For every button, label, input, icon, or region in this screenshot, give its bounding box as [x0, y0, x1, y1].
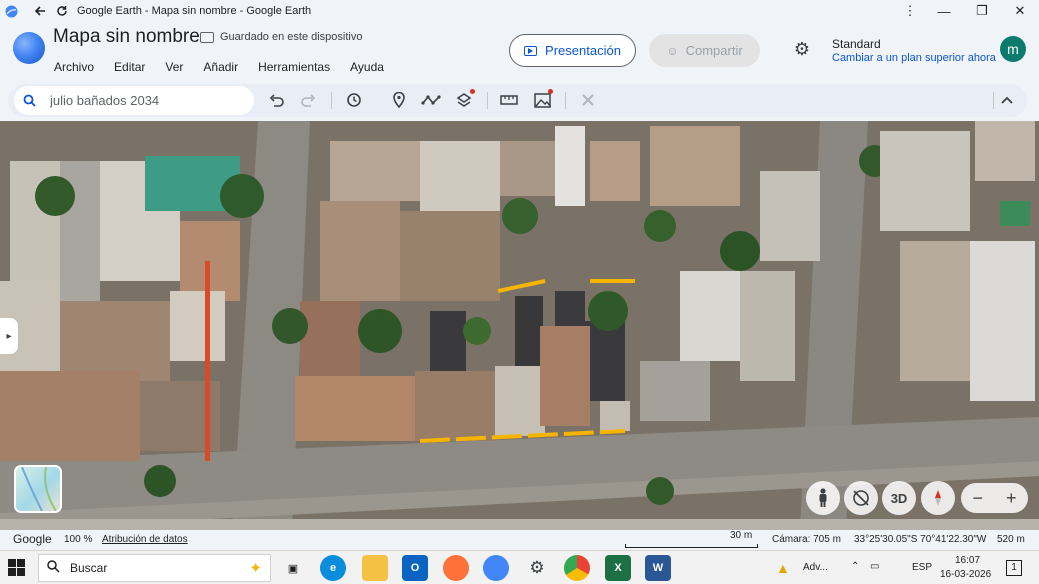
present-icon — [524, 45, 538, 56]
presentation-button[interactable]: Presentación — [509, 34, 636, 67]
language-indicator[interactable]: ESP — [912, 562, 932, 573]
chrome-icon[interactable] — [564, 555, 590, 581]
google-earth-taskbar-icon[interactable] — [483, 555, 509, 581]
overlay-badge — [548, 89, 553, 94]
placemark-icon[interactable] — [388, 89, 410, 111]
undo-icon[interactable] — [265, 89, 287, 111]
close-button[interactable]: ✕ — [1001, 0, 1039, 22]
tray-chevron-icon[interactable]: ⌃ — [851, 561, 859, 572]
minimap[interactable] — [14, 465, 62, 513]
menu-herramientas[interactable]: Herramientas — [258, 60, 330, 74]
taskbar: Buscar ✦ ▣ e O ⚙ X W ▲ Adv... ⌃ ▭ ESP 16… — [0, 550, 1039, 584]
people-icon: ☺ — [666, 43, 679, 58]
app-header: Mapa sin nombre Guardado en este disposi… — [0, 22, 1039, 80]
google-wordmark: Google — [13, 532, 52, 546]
sparkle-icon: ✦ — [249, 560, 262, 577]
taskbar-search[interactable]: Buscar ✦ — [38, 554, 271, 582]
share-label: Compartir — [685, 43, 743, 58]
outlook-icon[interactable]: O — [402, 555, 428, 581]
reload-icon[interactable] — [51, 0, 73, 22]
3d-toggle-button[interactable]: 3D — [882, 481, 916, 515]
more-menu-icon[interactable]: ⋮ — [895, 0, 925, 22]
status-bar: Google 100 % Atribución de datos 30 m Cá… — [0, 530, 1039, 550]
windows-start-icon[interactable] — [8, 559, 26, 577]
task-view-icon[interactable]: ▣ — [280, 555, 306, 581]
compass-icon[interactable] — [921, 481, 955, 515]
data-attribution-link[interactable]: Atribución de datos — [102, 534, 188, 545]
layers-icon[interactable] — [453, 89, 475, 111]
elevation: 520 m — [997, 534, 1025, 545]
menu-editar[interactable]: Editar — [114, 60, 145, 74]
file-explorer-icon[interactable] — [362, 555, 388, 581]
search-input[interactable] — [50, 93, 240, 108]
scale-label: 30 m — [730, 530, 753, 541]
saved-status-text: Guardado en este dispositivo — [220, 31, 363, 43]
zoom-out-button[interactable]: − — [972, 488, 983, 509]
clock-date[interactable]: 16-03-2026 — [940, 569, 991, 580]
word-icon[interactable]: W — [645, 555, 671, 581]
tools-icon[interactable] — [577, 89, 599, 111]
menu-anadir[interactable]: Añadir — [203, 60, 238, 74]
toolbar — [8, 84, 1027, 117]
redo-icon[interactable] — [297, 89, 319, 111]
avatar[interactable]: m — [1000, 36, 1026, 62]
firefox-icon[interactable] — [443, 555, 469, 581]
google-earth-logo[interactable] — [13, 32, 45, 64]
taskbar-search-placeholder: Buscar — [70, 561, 108, 575]
zoom-percentage: 100 % — [64, 534, 93, 545]
plan-name: Standard — [832, 37, 881, 51]
history-icon[interactable] — [343, 89, 365, 111]
presentation-label: Presentación — [545, 43, 621, 58]
google-earth-app-icon — [5, 4, 19, 18]
expand-panel-button[interactable]: ▸ — [0, 318, 18, 354]
clock-time[interactable]: 16:07 — [955, 555, 980, 566]
share-button[interactable]: ☺ Compartir — [649, 34, 760, 67]
menu-ayuda[interactable]: Ayuda — [350, 60, 384, 74]
upgrade-plan-link[interactable]: Cambiar a un plan superior ahora — [832, 52, 996, 64]
map-view[interactable]: ▸ — [0, 121, 1039, 530]
camera-altitude: Cámara: 705 m — [772, 534, 841, 545]
search-icon — [47, 560, 60, 576]
weather-alert-icon[interactable]: ▲ — [776, 560, 790, 576]
layers-badge — [470, 89, 475, 94]
title-bar: Google Earth - Mapa sin nombre - Google … — [0, 0, 1039, 22]
search-box[interactable] — [14, 86, 254, 115]
coordinates: 33°25'30.05"S 70°41'22.30"W — [854, 534, 987, 545]
window-title: Google Earth - Mapa sin nombre - Google … — [77, 5, 312, 17]
path-icon[interactable] — [420, 89, 442, 111]
collapse-toolbar-icon[interactable] — [996, 89, 1018, 111]
gear-icon[interactable]: ⚙ — [791, 38, 813, 60]
edge-icon[interactable]: e — [320, 555, 346, 581]
notifications-button[interactable]: 1 — [1006, 560, 1022, 576]
menu-ver[interactable]: Ver — [165, 60, 183, 74]
excel-icon[interactable]: X — [605, 555, 631, 581]
back-arrow-icon[interactable] — [29, 0, 51, 22]
saved-status: Guardado en este dispositivo — [200, 31, 362, 43]
battery-icon[interactable]: ▭ — [870, 561, 879, 572]
search-icon — [14, 94, 44, 107]
image-overlay-icon[interactable] — [531, 89, 553, 111]
zoom-in-button[interactable]: + — [1006, 488, 1017, 509]
weather-text[interactable]: Adv... — [803, 562, 828, 573]
zoom-controls: − + — [961, 483, 1028, 513]
maximize-button[interactable]: ❐ — [963, 0, 1001, 22]
settings-gear-icon[interactable]: ⚙ — [524, 555, 550, 581]
project-title[interactable]: Mapa sin nombre — [53, 26, 200, 48]
menu-archivo[interactable]: Archivo — [54, 60, 94, 74]
satellite-imagery — [0, 121, 1039, 530]
minimize-button[interactable]: — — [925, 0, 963, 22]
ruler-icon[interactable] — [498, 89, 520, 111]
scale-bar — [625, 544, 758, 548]
device-icon — [200, 31, 214, 43]
menu-bar: Archivo Editar Ver Añadir Herramientas A… — [54, 60, 404, 74]
pegman-icon[interactable] — [806, 481, 840, 515]
tilt-icon[interactable] — [844, 481, 878, 515]
